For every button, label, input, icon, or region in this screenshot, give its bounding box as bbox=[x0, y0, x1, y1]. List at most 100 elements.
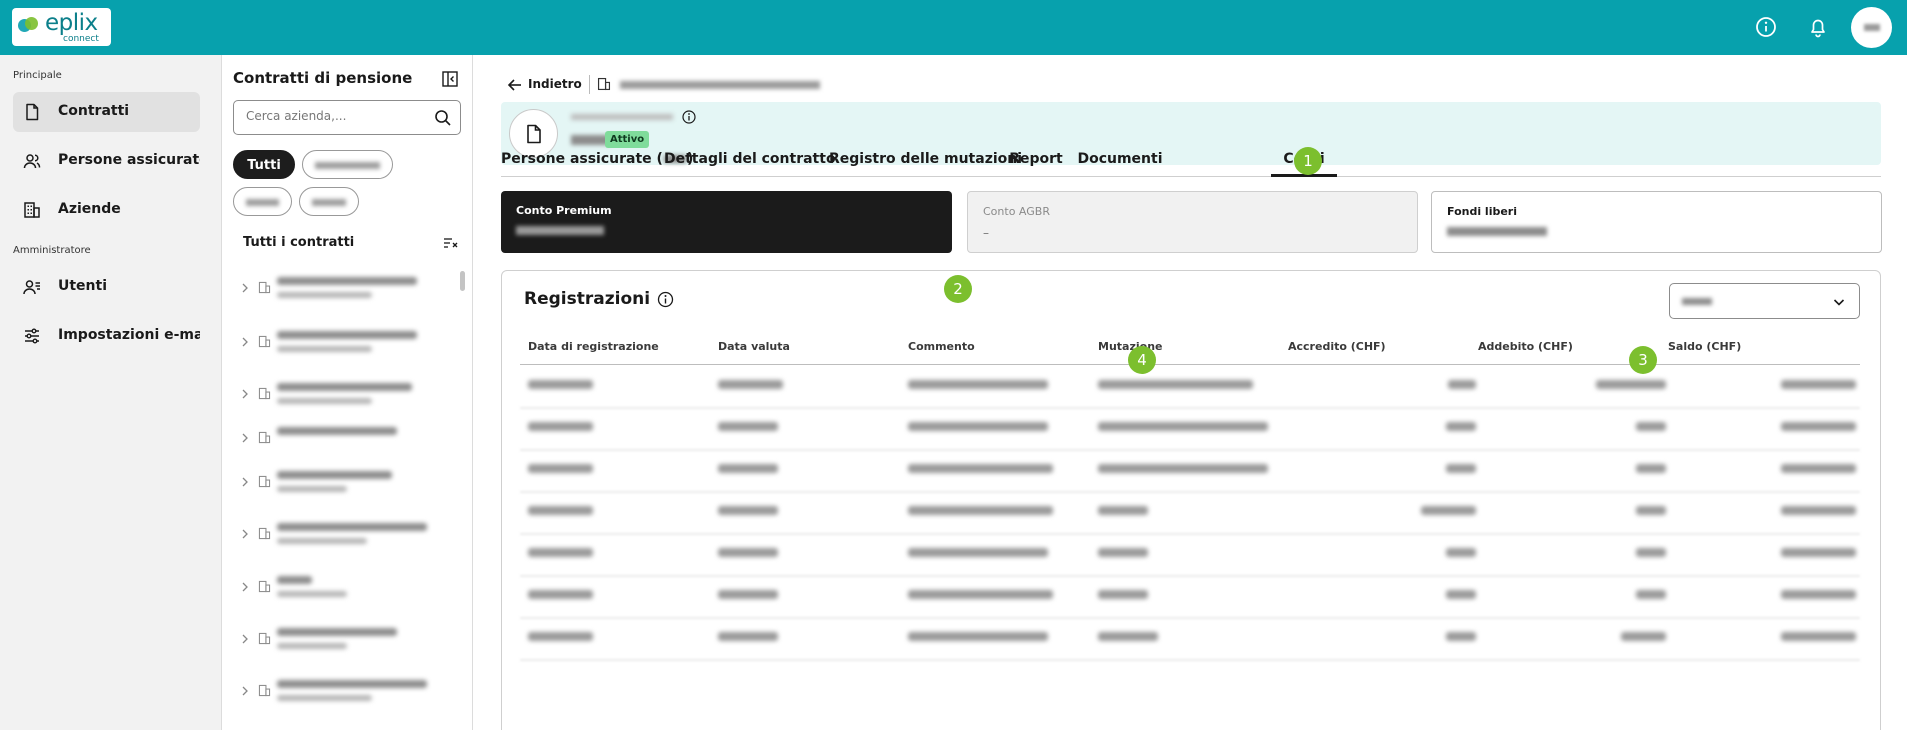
sidebar-item-impostazioni-email[interactable]: Impostazioni e-mail bbox=[13, 316, 200, 356]
back-label: Indietro bbox=[528, 77, 582, 91]
step-marker-4: 4 bbox=[1128, 346, 1156, 374]
building-icon bbox=[258, 580, 271, 593]
account-card-conto-agbr: Conto AGBR – bbox=[967, 191, 1418, 253]
column-header[interactable]: Commento bbox=[908, 340, 975, 353]
table-row[interactable] bbox=[520, 493, 1860, 535]
building-icon bbox=[258, 527, 271, 540]
tab-registro-mutazioni[interactable]: Registro delle mutazioni bbox=[829, 143, 1023, 177]
account-value: – bbox=[983, 226, 989, 240]
tab-label: Registro delle mutazioni bbox=[829, 151, 1023, 167]
sidebar-item-persone-assicurate[interactable]: Persone assicurate bbox=[13, 141, 200, 181]
building-icon bbox=[258, 431, 271, 444]
account-title: Fondi liberi bbox=[1447, 205, 1518, 218]
chevron-right-icon bbox=[242, 389, 248, 399]
column-header[interactable]: Saldo (CHF) bbox=[1668, 340, 1741, 353]
contracts-panel: Contratti di pensione Tutti Tutti i cont… bbox=[222, 55, 473, 730]
filter-chip[interactable] bbox=[233, 187, 292, 216]
info-icon[interactable] bbox=[1755, 16, 1777, 38]
sidebar-item-label: Utenti bbox=[58, 278, 108, 294]
tab-persone-assicurate[interactable]: Persone assicurate () bbox=[501, 143, 693, 177]
tab-dettagli-contratto[interactable]: Dettagli del contratto bbox=[664, 143, 836, 177]
search-input[interactable] bbox=[246, 109, 426, 123]
tree-row[interactable] bbox=[241, 423, 441, 457]
column-header[interactable]: Data valuta bbox=[718, 340, 790, 353]
tree-row[interactable] bbox=[241, 467, 441, 501]
sidebar-item-label: Persone assicurate bbox=[58, 152, 200, 168]
building-icon bbox=[258, 387, 271, 400]
section-title: Registrazioni bbox=[524, 289, 651, 309]
table-row[interactable] bbox=[520, 451, 1860, 493]
tree-row[interactable] bbox=[241, 519, 441, 553]
account-card-conto-premium[interactable]: Conto Premium bbox=[501, 191, 952, 253]
account-title: Conto Premium bbox=[516, 204, 612, 217]
building-icon bbox=[24, 202, 40, 218]
chevron-right-icon bbox=[242, 337, 248, 347]
column-header[interactable]: Data di registrazione bbox=[528, 340, 659, 353]
scrollbar-thumb[interactable] bbox=[460, 271, 465, 291]
chip-label: Tutti bbox=[247, 158, 281, 173]
building-icon bbox=[258, 335, 271, 348]
tab-label: Report bbox=[1009, 151, 1063, 167]
sidebar-item-label: Contratti bbox=[58, 103, 130, 119]
breadcrumb-divider bbox=[589, 75, 590, 94]
sidebar: Principale Contratti Persone assicurate … bbox=[0, 55, 222, 730]
tab-label: Dettagli del contratto bbox=[664, 151, 836, 167]
sidebar-item-aziende[interactable]: Aziende bbox=[13, 190, 200, 230]
table-row[interactable] bbox=[520, 367, 1860, 409]
sidebar-item-label: Impostazioni e-mail bbox=[58, 327, 200, 343]
column-header[interactable]: Accredito (CHF) bbox=[1288, 340, 1386, 353]
list-header: Tutti i contratti bbox=[243, 235, 355, 250]
chevron-right-icon bbox=[242, 529, 248, 539]
chevron-right-icon bbox=[242, 582, 248, 592]
search-icon[interactable] bbox=[434, 109, 452, 127]
contract-subtitle bbox=[571, 114, 673, 120]
sidebar-item-contratti[interactable]: Contratti bbox=[13, 92, 200, 132]
building-icon bbox=[258, 475, 271, 488]
tree-row[interactable] bbox=[241, 379, 441, 413]
table-row[interactable] bbox=[520, 619, 1860, 661]
section-amministratore: Amministratore bbox=[13, 245, 91, 256]
tree-row[interactable] bbox=[241, 676, 441, 710]
tree-row[interactable] bbox=[241, 327, 441, 361]
sidebar-item-label: Aziende bbox=[58, 201, 121, 217]
eplix-logo[interactable]: eplix connect bbox=[12, 8, 111, 46]
tree-row[interactable] bbox=[241, 624, 441, 658]
collapse-panel-icon[interactable] bbox=[442, 71, 458, 87]
document-icon bbox=[26, 103, 39, 121]
column-header[interactable]: Addebito (CHF) bbox=[1478, 340, 1573, 353]
chevron-right-icon bbox=[242, 477, 248, 487]
filter-chip[interactable] bbox=[299, 187, 359, 216]
account-select[interactable] bbox=[1669, 283, 1860, 319]
tab-documenti[interactable]: Documenti bbox=[1076, 143, 1164, 177]
filter-chip-tutti[interactable]: Tutti bbox=[233, 150, 295, 179]
building-icon bbox=[258, 281, 271, 294]
logo-mark-icon bbox=[18, 17, 40, 33]
select-value bbox=[1682, 298, 1712, 305]
chevron-down-icon bbox=[1833, 299, 1845, 306]
top-bar: eplix connect bbox=[0, 0, 1907, 55]
tree-row[interactable] bbox=[241, 273, 441, 307]
document-icon bbox=[527, 124, 541, 144]
table-row[interactable] bbox=[520, 577, 1860, 619]
registrazioni-panel: Registrazioni Data di registrazione Data… bbox=[501, 270, 1881, 730]
user-avatar[interactable] bbox=[1851, 7, 1892, 48]
logo-text: eplix bbox=[45, 10, 98, 36]
table-row[interactable] bbox=[520, 535, 1860, 577]
table-row[interactable] bbox=[520, 409, 1860, 451]
building-icon bbox=[258, 684, 271, 697]
sidebar-item-utenti[interactable]: Utenti bbox=[13, 267, 200, 307]
main-content: Indietro Attivo Persone assicurate () De… bbox=[474, 55, 1907, 730]
users-icon bbox=[23, 280, 40, 295]
breadcrumb[interactable] bbox=[620, 81, 820, 89]
panel-title: Contratti di pensione bbox=[233, 69, 413, 87]
tree-row[interactable] bbox=[241, 572, 441, 606]
filter-chip[interactable] bbox=[302, 150, 393, 179]
tab-label: Persone assicurate ( bbox=[501, 151, 663, 167]
account-card-fondi-liberi[interactable]: Fondi liberi bbox=[1431, 191, 1882, 253]
building-icon bbox=[258, 632, 271, 645]
tab-report[interactable]: Report bbox=[1005, 143, 1067, 177]
clear-filter-icon[interactable] bbox=[444, 238, 458, 250]
bell-icon[interactable] bbox=[1807, 16, 1829, 38]
info-icon[interactable] bbox=[657, 291, 674, 308]
info-icon[interactable] bbox=[682, 110, 696, 124]
